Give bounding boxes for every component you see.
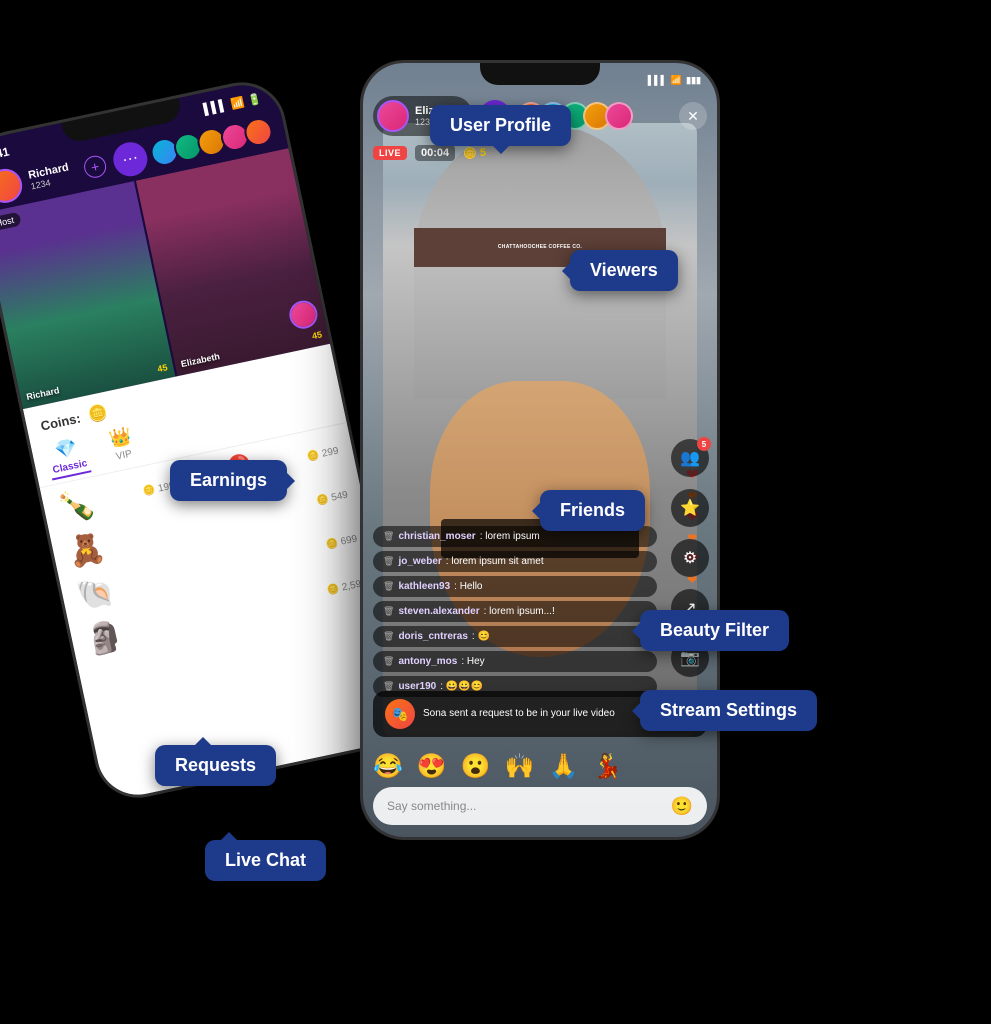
front-viewer-5 [605, 102, 633, 130]
wifi-icon: 📶 [229, 95, 245, 111]
chat-text-6: : Hey [461, 656, 484, 667]
gift-icon-3: 🧸 [64, 529, 108, 571]
friends-button[interactable]: 👥 5 [671, 439, 709, 477]
front-wifi-icon: 📶 [671, 75, 682, 86]
gift-icon-5: 🗿 [83, 617, 127, 659]
crown-icon: 👑 [107, 425, 133, 450]
coin-icon: 🪙 [86, 402, 110, 426]
beauty-filter-button[interactable]: ⭐ [671, 489, 709, 527]
emoji-5[interactable]: 🙏 [549, 752, 579, 781]
coin-gold-icon: 🪙 [463, 147, 477, 160]
chat-msg-6: 🗑 antony_mos : Hey [373, 651, 657, 672]
chat-text-5: : 😊 [472, 631, 490, 642]
close-stream-button[interactable]: ✕ [679, 102, 707, 130]
emoji-3[interactable]: 😮 [461, 752, 491, 781]
gift-icon-4: 🐚 [74, 573, 118, 615]
emoji-6[interactable]: 💃 [592, 752, 622, 781]
emoji-4[interactable]: 🙌 [505, 752, 535, 781]
front-battery-icon: ▮▮▮ [686, 75, 701, 86]
gift-price-2: 🪙 299 [306, 445, 340, 462]
guest-coins: 45 [311, 329, 323, 341]
front-status-icons: ▌▌▌ 📶 ▮▮▮ [648, 75, 701, 86]
chat-msg-3: 🗑 kathleen93 : Hello [373, 576, 657, 597]
add-friend-button[interactable]: + [82, 154, 108, 180]
friends-tooltip: Friends [540, 490, 645, 531]
beauty-filter-tooltip: Beauty Filter [640, 610, 789, 651]
back-user-avatar [0, 166, 25, 206]
requester-avatar: 🎭 [385, 699, 415, 729]
live-status-row: LIVE 00:04 🪙 5 [373, 145, 486, 161]
chat-msg-4: 🗑 steven.alexander : lorem ipsum...! [373, 601, 657, 622]
chat-user-4: steven.alexander [398, 606, 479, 617]
friends-badge: 5 [697, 437, 711, 451]
chat-text-3: : Hello [454, 581, 482, 592]
user-profile-tooltip: User Profile [430, 105, 571, 146]
coin-amount: 5 [480, 147, 486, 159]
back-menu-button[interactable]: ··· [110, 139, 150, 179]
gear-icon: ⚙ [683, 548, 697, 568]
front-user-avatar [377, 100, 409, 132]
live-chat-tooltip: Live Chat [205, 840, 326, 881]
chat-text-4: : lorem ipsum...! [484, 606, 555, 617]
chat-input[interactable]: Say something... [387, 799, 671, 813]
chat-user-5: doris_cntreras [398, 631, 467, 642]
signal-icon: ▌▌▌ [203, 99, 228, 116]
live-timer: 00:04 [415, 145, 455, 161]
back-phone-screen: 9:41 ▌▌▌ 📶 🔋 Richard 1234 + ··· [0, 78, 414, 803]
delete-icon-1: 🗑 [383, 531, 394, 542]
tab-vip[interactable]: 👑 VIP [107, 425, 137, 467]
stream-settings-tooltip: Stream Settings [640, 690, 817, 731]
chat-user-2: jo_weber [398, 556, 441, 567]
chat-text-2: : lorem ipsum sit amet [446, 556, 544, 567]
phone-back: 9:41 ▌▌▌ 📶 🔋 Richard 1234 + ··· [0, 74, 417, 806]
guest-avatar-img [289, 300, 317, 328]
stream-settings-button[interactable]: ⚙ [671, 539, 709, 577]
chat-msg-2: 🗑 jo_weber : lorem ipsum sit amet [373, 551, 657, 572]
camera-icon: 📷 [680, 648, 700, 668]
front-signal-icon: ▌▌▌ [648, 75, 667, 85]
chat-text-1: : lorem ipsum [480, 531, 540, 542]
requests-tooltip: Requests [155, 745, 276, 786]
host-coins: 45 [157, 362, 169, 374]
back-gifts-area: Coins: 🪙 💎 Classic 👑 VIP 🍾 🪙 [23, 344, 414, 802]
viewers-tooltip: Viewers [570, 250, 678, 291]
emoji-row: 😂 😍 😮 🙌 🙏 💃 [373, 752, 647, 781]
chat-msg-5: 🗑 doris_cntreras : 😊 [373, 626, 657, 647]
chat-user-6: antony_mos [398, 656, 457, 667]
tab-vip-label: VIP [115, 449, 133, 463]
chat-user-3: kathleen93 [398, 581, 450, 592]
coins-label: Coins: [39, 410, 82, 433]
tab-classic[interactable]: 💎 Classic [45, 435, 92, 480]
gift-icon-1: 🍾 [55, 485, 99, 527]
chat-messages-overlay: 🗑 christian_moser : lorem ipsum 🗑 jo_web… [373, 526, 657, 697]
friends-icon: 👥 [680, 448, 700, 468]
delete-icon-6: 🗑 [383, 656, 394, 667]
delete-icon-5: 🗑 [383, 631, 394, 642]
back-time: 9:41 [0, 144, 11, 163]
gift-price-3: 🪙 549 [315, 489, 349, 506]
smiley-icon[interactable]: 🙂 [671, 796, 693, 817]
star-icon: ⭐ [680, 498, 700, 518]
chat-input-bar: Say something... 🙂 [373, 787, 707, 825]
chat-user-1: christian_moser [398, 531, 475, 542]
back-user-info: Richard 1234 [27, 160, 79, 191]
front-notch [480, 63, 600, 85]
menu-dots-icon: ··· [121, 149, 140, 170]
gift-price-4: 🪙 699 [325, 534, 359, 551]
delete-icon-3: 🗑 [383, 581, 394, 592]
emoji-2[interactable]: 😍 [417, 752, 447, 781]
emoji-1[interactable]: 😂 [373, 752, 403, 781]
hat-text: CHATTAHOOCHEE COFFEE CO. [498, 244, 582, 250]
diamond-icon: 💎 [53, 437, 79, 462]
delete-icon-2: 🗑 [383, 556, 394, 567]
earnings-tooltip: Earnings [170, 460, 287, 501]
live-badge: LIVE [373, 146, 407, 160]
live-coins-count: 🪙 5 [463, 147, 486, 160]
delete-icon-4: 🗑 [383, 606, 394, 617]
battery-icon: 🔋 [247, 91, 263, 107]
